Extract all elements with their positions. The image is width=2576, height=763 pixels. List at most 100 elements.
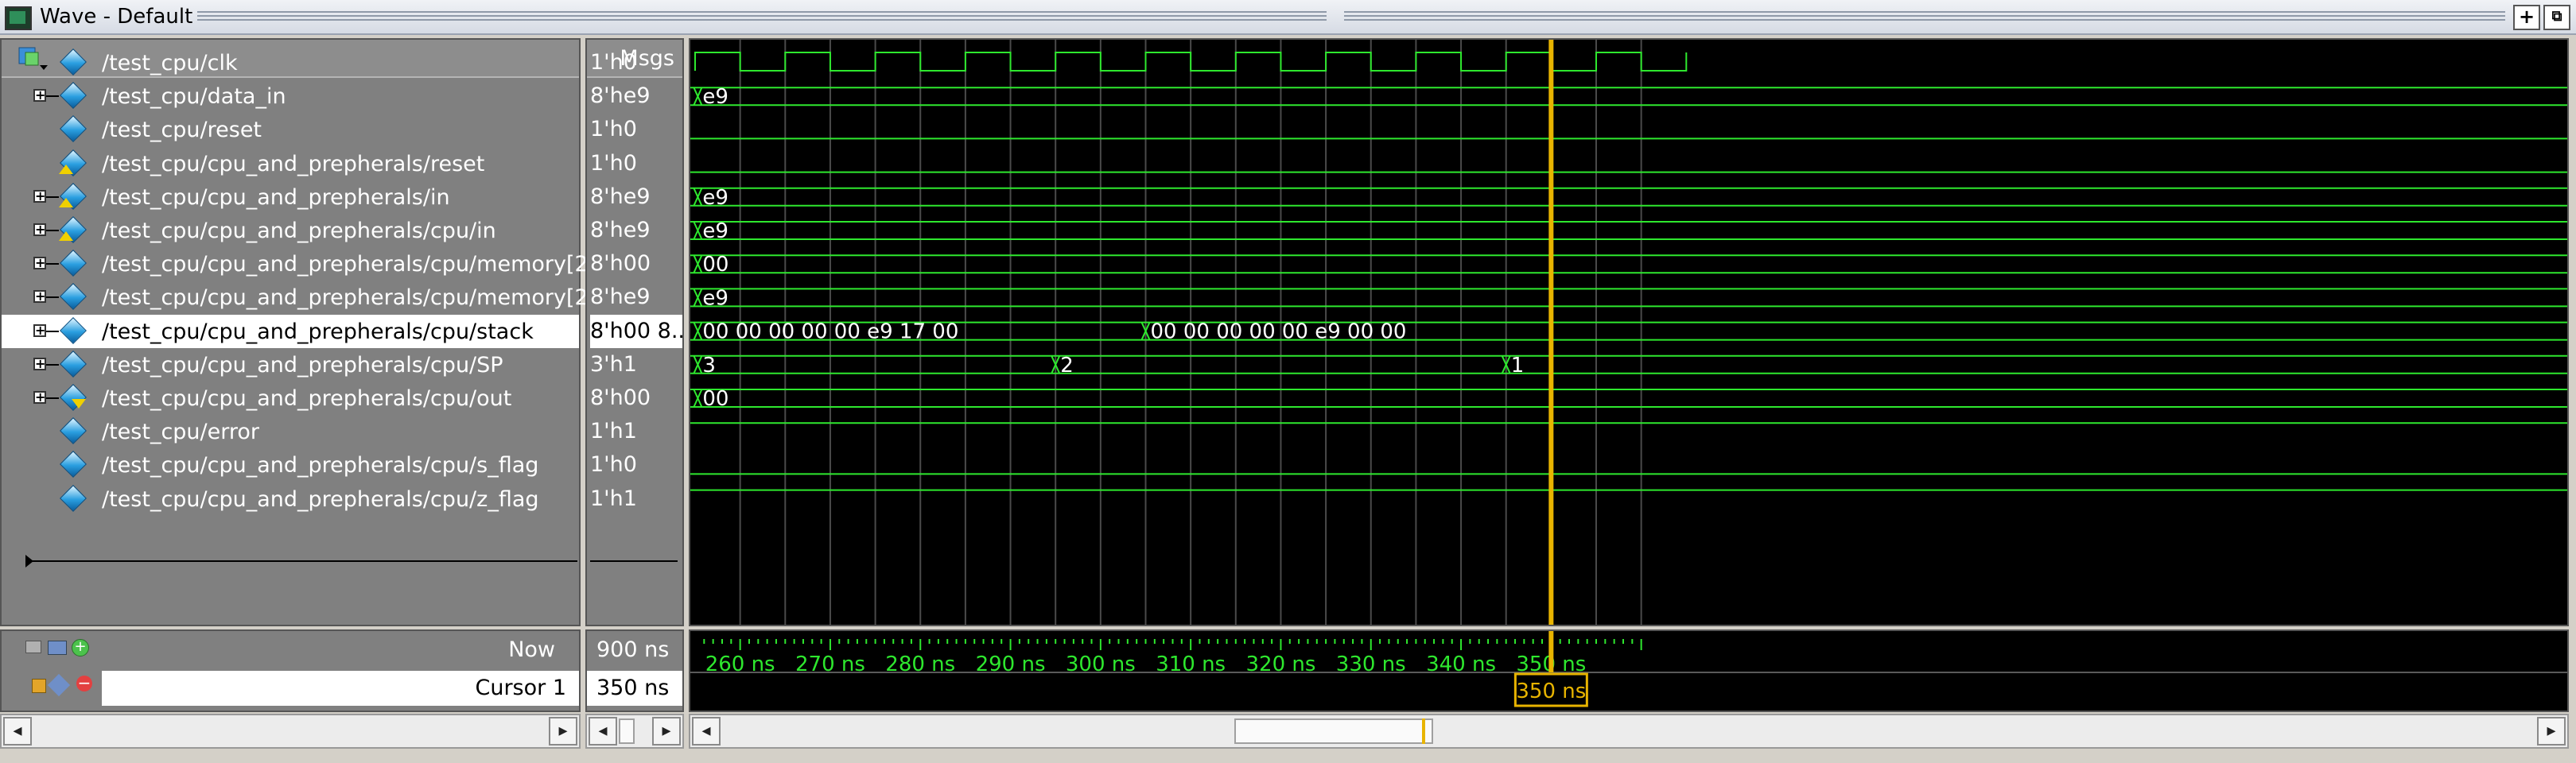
- signal-diamond-icon: [60, 115, 87, 143]
- memory254-bus-transition: [693, 288, 703, 307]
- cursor-window-icon[interactable]: [48, 641, 67, 655]
- waveform-pane[interactable]: e9 e9 e9 00 e9 00 00 00 00 00 e9 17 00 00 00 0…: [689, 38, 2569, 626]
- signal-value: 8'he9: [590, 83, 651, 109]
- sp-bus-label: 1: [1511, 354, 1525, 378]
- signal-diamond-icon: [60, 283, 87, 311]
- edit-cursor-icon[interactable]: [47, 673, 71, 697]
- signal-row[interactable]: + /test_cpu/data_in: [2, 79, 579, 113]
- now-label: Now: [508, 637, 555, 662]
- expand-icon[interactable]: +: [33, 89, 46, 103]
- tree-connector: [46, 296, 59, 299]
- values-pane-scrollbar[interactable]: ◂ ▸: [585, 714, 684, 749]
- cpu-in-bus-transition: [693, 188, 703, 207]
- expand-icon[interactable]: +: [33, 391, 46, 404]
- wave-pane-scrollbar[interactable]: ◂ ▸: [689, 714, 2569, 749]
- values-scroll-thumb[interactable]: [619, 718, 635, 744]
- lock-cursor-icon[interactable]: [32, 679, 46, 693]
- values-pane: Msgs 1'h0 8'he9 1'h0 1'h0 8'he9 8'he9 8'h00 8'h…: [585, 38, 684, 626]
- cursor-value: 350 ns: [596, 676, 670, 700]
- signal-diamond-icon: [60, 82, 87, 110]
- signal-diamond-icon: [60, 451, 87, 478]
- tree-connector: [46, 95, 59, 98]
- signal-row[interactable]: + /test_cpu/cpu_and_prepherals/cpu/memory…: [2, 247, 624, 281]
- out-bus-label: 00: [702, 387, 729, 411]
- scroll-left-button[interactable]: ◂: [3, 717, 32, 746]
- ruler-label: 290 ns: [976, 653, 1046, 676]
- sp-bus-label: 2: [1060, 354, 1074, 378]
- signal-row[interactable]: /test_cpu/cpu_and_prepherals/cpu/s_flag: [2, 448, 579, 482]
- timeline-pane[interactable]: 260 ns 270 ns 280 ns 290 ns 300 ns 310 ns 320 …: [689, 629, 2569, 712]
- signal-row[interactable]: + /test_cpu/cpu_and_prepherals/cpu/SP: [2, 348, 579, 382]
- cursor-values-pane: 900 ns 350 ns: [585, 629, 684, 712]
- signal-row[interactable]: /test_cpu/reset: [2, 113, 579, 146]
- signal-name: /test_cpu/data_in: [102, 84, 286, 110]
- insert-marker-line: [29, 560, 577, 562]
- expand-icon[interactable]: +: [33, 257, 46, 270]
- signal-value: 1'h0: [590, 117, 637, 142]
- cursor-value-field[interactable]: 350 ns: [587, 671, 682, 706]
- signal-row[interactable]: /test_cpu/error: [2, 415, 579, 448]
- ruler-label: 310 ns: [1156, 653, 1226, 676]
- signal-value: 8'he9: [590, 285, 651, 310]
- signal-value: 1'h0: [590, 452, 637, 478]
- ruler-label: 260 ns: [705, 653, 775, 676]
- signal-row[interactable]: + /test_cpu/cpu_and_prepherals/cpu/in: [2, 214, 579, 247]
- signal-value: 1'h1: [590, 486, 637, 511]
- signal-name: /test_cpu/cpu_and_prepherals/in: [102, 184, 450, 210]
- out-bus-transition: [693, 389, 703, 408]
- values-divider: [590, 560, 678, 562]
- data-in-bus-transition: [693, 87, 703, 106]
- timeline-ruler[interactable]: 260 ns 270 ns 280 ns 290 ns 300 ns 310 ns 320 …: [690, 631, 2569, 712]
- scroll-right-button[interactable]: ▸: [549, 717, 577, 746]
- ruler-label: 320 ns: [1245, 653, 1315, 676]
- port-in-icon: [59, 197, 73, 207]
- title-grip-right[interactable]: [1344, 11, 2505, 22]
- expand-icon[interactable]: +: [33, 323, 46, 337]
- signal-row[interactable]: /test_cpu/clk: [2, 46, 579, 79]
- ruler-label: 280 ns: [885, 653, 955, 676]
- maximize-button[interactable]: ⧉: [2543, 5, 2570, 30]
- expand-icon[interactable]: +: [33, 223, 46, 236]
- stack-bus-label: 00 00 00 00 00 e9 17 00: [702, 320, 958, 344]
- signal-row[interactable]: /test_cpu/cpu_and_prepherals/reset: [2, 147, 579, 180]
- cpu-cpu-in-bus-label: e9: [702, 219, 729, 243]
- delete-cursor-icon[interactable]: −: [76, 675, 92, 691]
- cpu-in-bus-label: e9: [702, 186, 729, 210]
- signal-diamond-icon: [60, 316, 87, 344]
- add-cursor-icon[interactable]: [25, 641, 41, 653]
- signal-value: 1'h1: [590, 419, 637, 444]
- signal-row[interactable]: + /test_cpu/cpu_and_prepherals/in: [2, 180, 579, 214]
- tree-connector: [46, 397, 59, 399]
- ruler-label: 300 ns: [1066, 653, 1136, 676]
- undock-button[interactable]: +: [2513, 5, 2540, 30]
- signal-row[interactable]: /test_cpu/cpu_and_prepherals/cpu/z_flag: [2, 482, 579, 516]
- signal-row[interactable]: + /test_cpu/cpu_and_prepherals/cpu/stack: [2, 314, 579, 348]
- signal-name: /test_cpu/cpu_and_prepherals/cpu/SP: [102, 352, 503, 378]
- wave-scroll-right-button[interactable]: ▸: [2537, 717, 2566, 746]
- cursor-name-field[interactable]: Cursor 1: [102, 671, 579, 706]
- title-grip[interactable]: [197, 11, 1327, 22]
- window-title: Wave - Default: [40, 5, 193, 29]
- signal-name: /test_cpu/cpu_and_prepherals/cpu/memory[…: [102, 285, 624, 311]
- signal-name: /test_cpu/reset: [102, 118, 262, 143]
- wave-scroll-left-button[interactable]: ◂: [692, 717, 721, 746]
- cpu-cpu-in-bus-transition: [693, 221, 703, 240]
- expand-icon[interactable]: +: [33, 189, 46, 203]
- wave-scroll-thumb[interactable]: [1234, 718, 1433, 744]
- expand-icon[interactable]: +: [33, 290, 46, 304]
- sp-bus-label: 3: [702, 354, 716, 378]
- values-scroll-left-button[interactable]: ◂: [589, 717, 617, 746]
- signal-name: /test_cpu/cpu_and_prepherals/cpu/stack: [102, 319, 534, 344]
- values-scroll-right-button[interactable]: ▸: [652, 717, 681, 746]
- tree-connector: [46, 330, 59, 332]
- expand-icon[interactable]: +: [33, 357, 46, 370]
- tree-connector: [46, 230, 59, 231]
- insert-cursor-icon[interactable]: +: [72, 639, 89, 656]
- signal-value: 1'h0: [590, 150, 637, 176]
- name-pane-scrollbar[interactable]: ◂ ▸: [0, 714, 581, 749]
- port-out-icon: [72, 399, 86, 409]
- signal-row[interactable]: + /test_cpu/cpu_and_prepherals/cpu/out: [2, 382, 579, 415]
- memory255-bus-label: 00: [702, 253, 729, 277]
- waveform-canvas[interactable]: e9 e9 e9 00 e9 00 00 00 00 00 e9 17 00 00 00 0…: [690, 40, 2569, 626]
- signal-row[interactable]: + /test_cpu/cpu_and_prepherals/cpu/memory…: [2, 281, 624, 314]
